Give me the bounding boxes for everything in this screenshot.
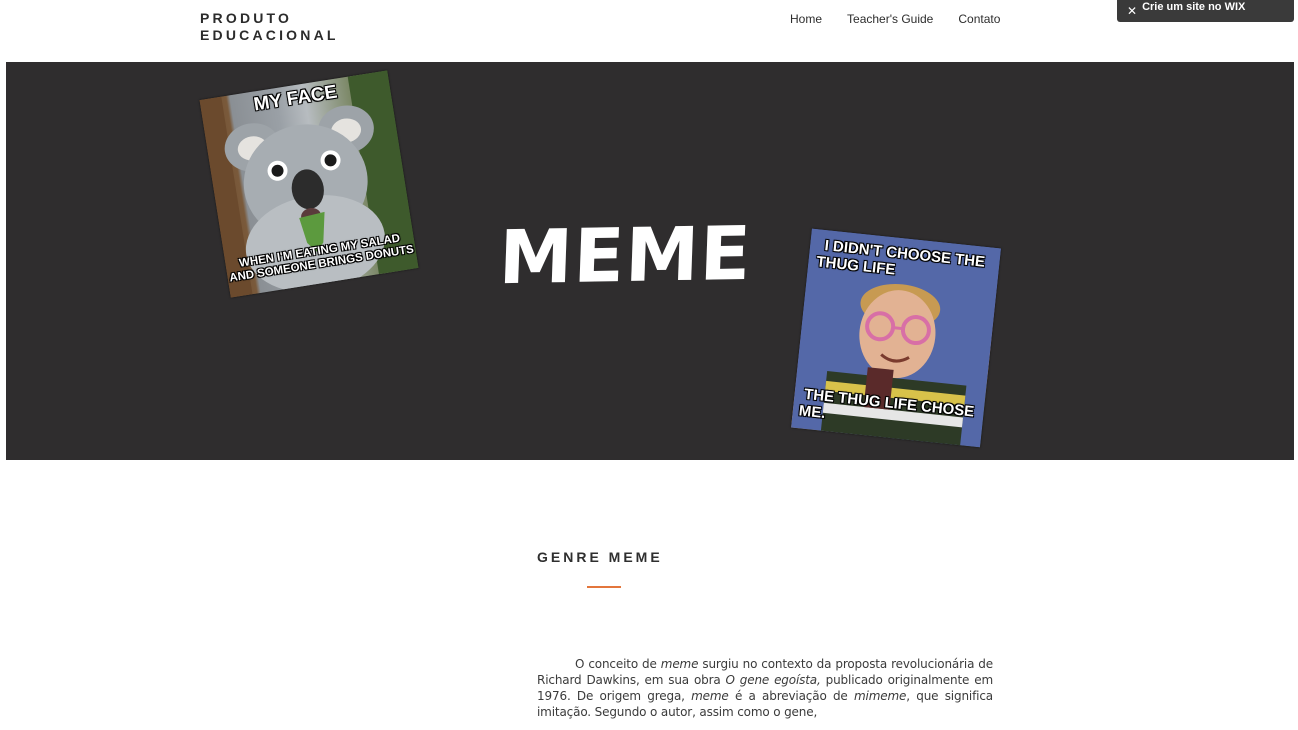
hero-title: MEME bbox=[497, 210, 753, 302]
title-accent-divider bbox=[587, 586, 621, 588]
paragraph-text-d: é a abreviação de bbox=[728, 689, 854, 703]
paragraph-em-meme-2: meme bbox=[691, 689, 729, 703]
site-logo[interactable]: PRODUTO EDUCACIONAL bbox=[200, 10, 339, 44]
page: PRODUTO EDUCACIONAL Home Teacher's Guide… bbox=[0, 0, 1298, 730]
nav-teachers-guide[interactable]: Teacher's Guide bbox=[847, 11, 933, 27]
close-icon[interactable]: ✕ bbox=[1127, 4, 1137, 18]
paragraph-text-a: O conceito de bbox=[575, 657, 661, 671]
nav-contato[interactable]: Contato bbox=[958, 11, 1000, 27]
nav-home[interactable]: Home bbox=[790, 11, 822, 27]
logo-line-1: PRODUTO bbox=[200, 10, 293, 26]
intro-paragraph: O conceito de meme surgiu no contexto da… bbox=[537, 656, 993, 720]
paragraph-em-mimeme: mimeme bbox=[853, 689, 907, 703]
site-header: PRODUTO EDUCACIONAL Home Teacher's Guide… bbox=[0, 0, 1298, 62]
wix-banner[interactable]: ✕ Crie um site no WIX bbox=[1117, 0, 1294, 22]
paragraph-em-book: O gene egoísta, bbox=[725, 673, 821, 687]
wix-banner-label: Crie um site no WIX bbox=[1142, 1, 1246, 13]
main-nav: Home Teacher's Guide Contato bbox=[790, 11, 1025, 27]
koala-meme-image: MY FACE WHEN I'M EATING MY SALAD AND SOM… bbox=[199, 70, 419, 298]
logo-line-2: EDUCACIONAL bbox=[200, 27, 339, 43]
section-title: GENRE MEME bbox=[537, 549, 663, 565]
paragraph-em-meme: meme bbox=[660, 657, 699, 671]
hero-banner: MY FACE WHEN I'M EATING MY SALAD AND SOM… bbox=[6, 62, 1294, 460]
thug-life-meme-image: I DIDN'T CHOOSE THE THUG LIFE THE THUG L… bbox=[791, 228, 1001, 448]
